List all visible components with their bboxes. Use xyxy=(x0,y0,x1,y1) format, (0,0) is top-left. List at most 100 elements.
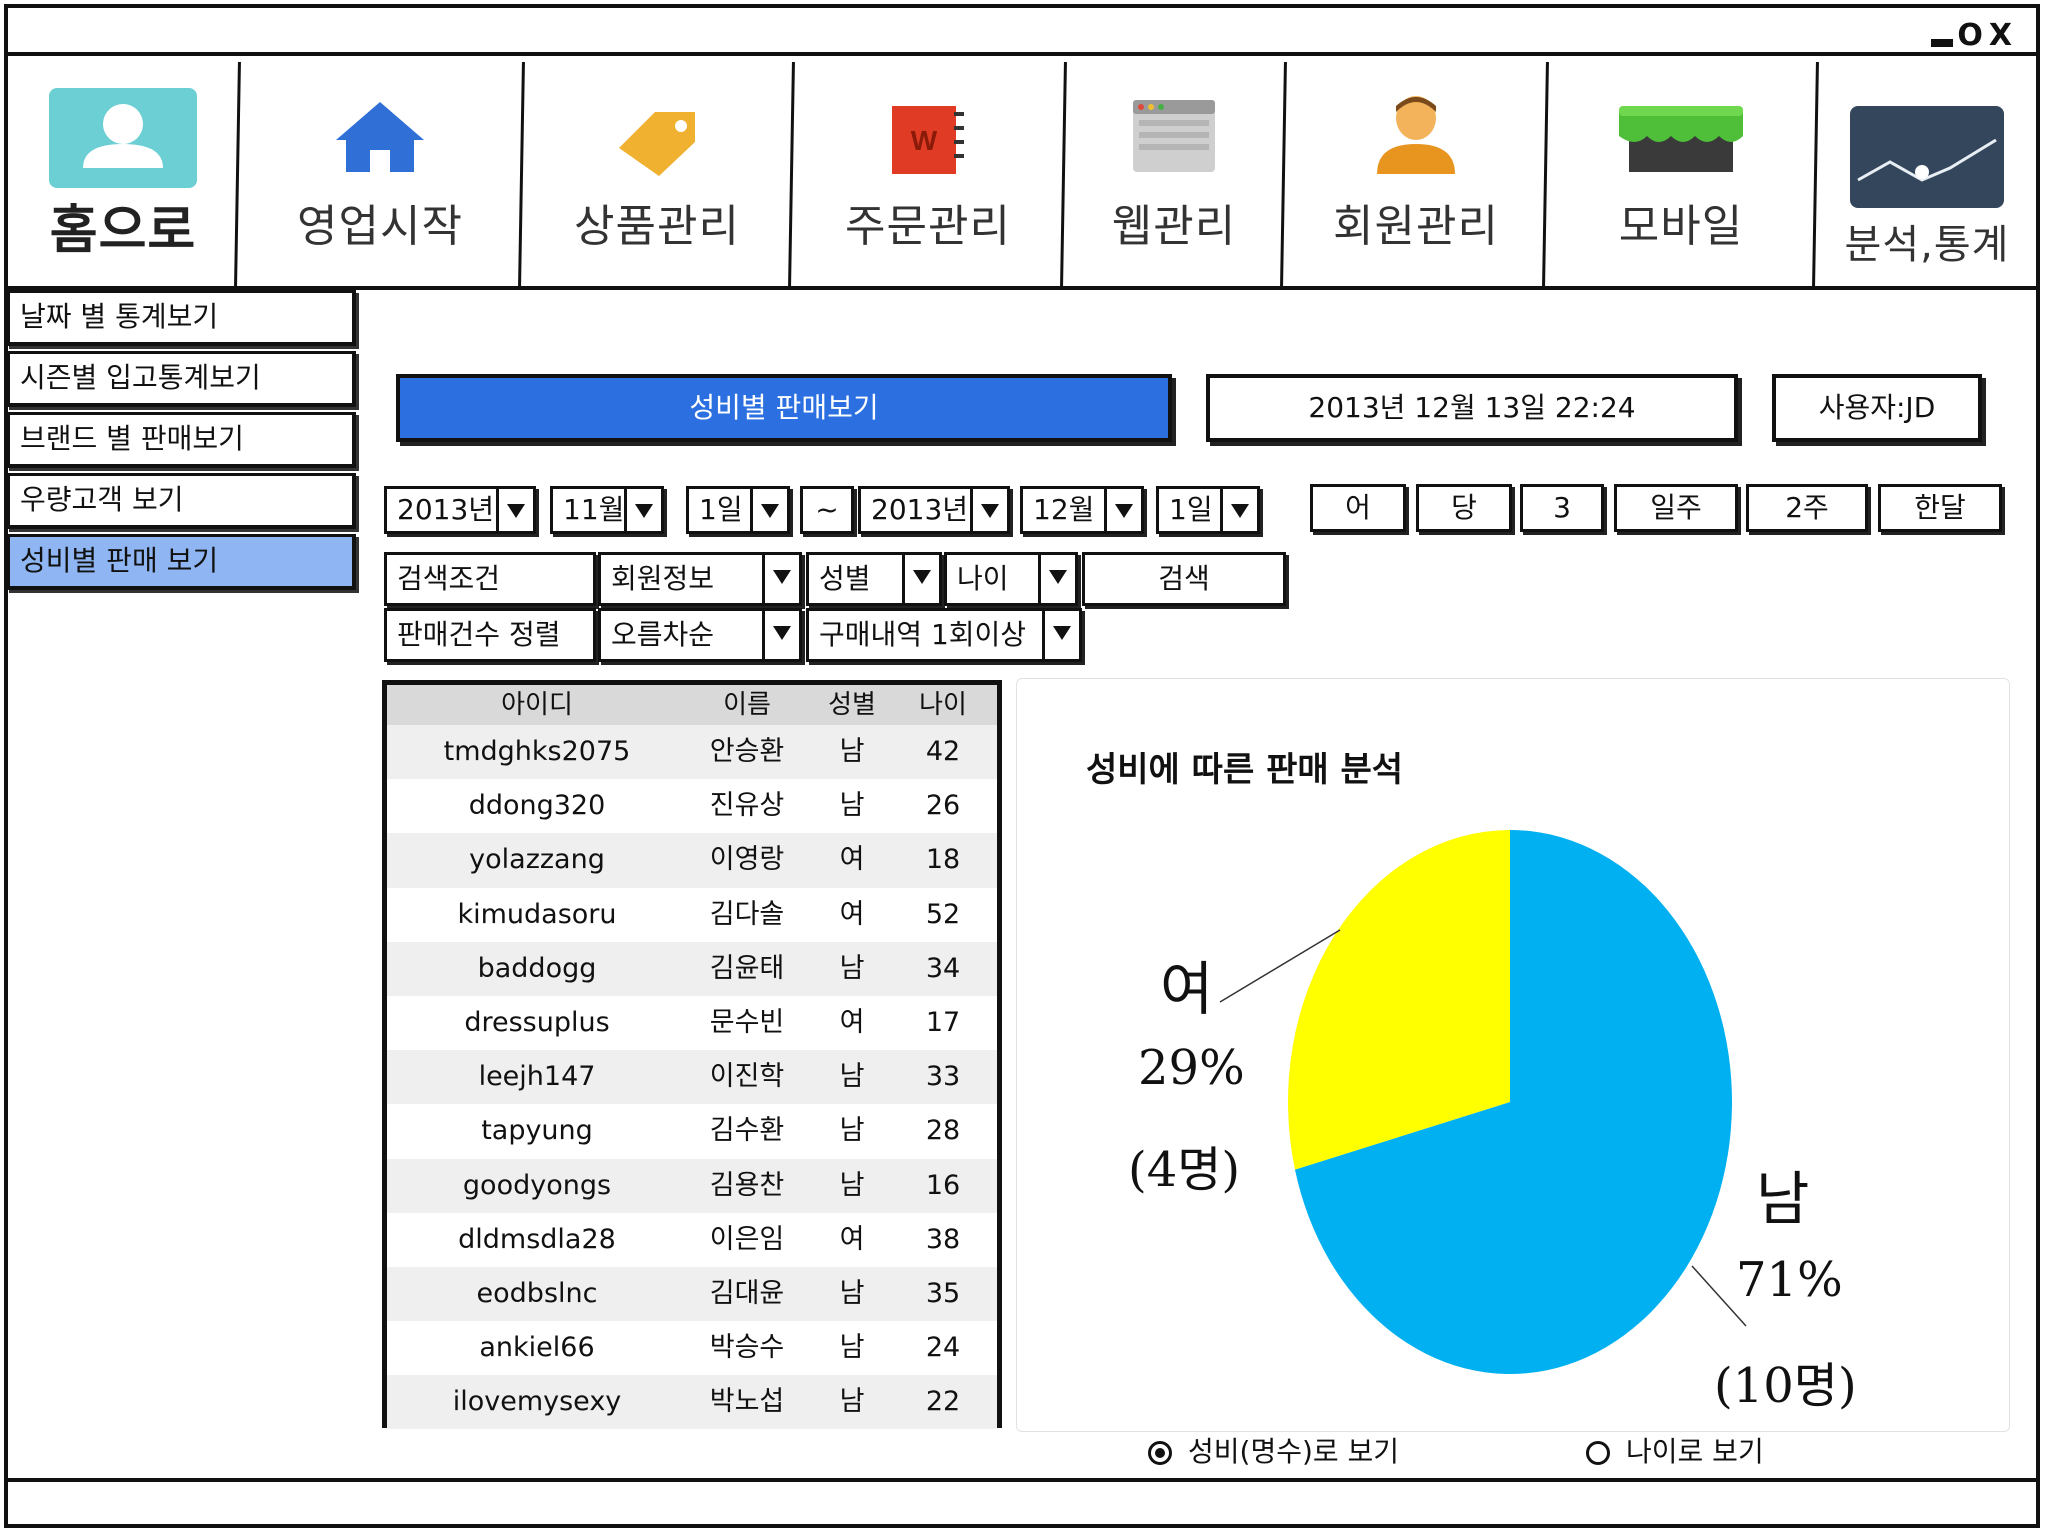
quick-range-button[interactable]: 2주 xyxy=(1746,484,1868,532)
table-cell: 김대윤 xyxy=(709,1277,785,1309)
quick-range-button[interactable]: 당 xyxy=(1416,484,1512,532)
sidebar-item-date-stats[interactable]: 날짜 별 통계보기 xyxy=(6,290,356,346)
table-cell: 남 xyxy=(839,1115,865,1147)
search-condition-label: 검색조건 xyxy=(384,552,596,606)
table-cell: eodbslnc xyxy=(476,1277,598,1309)
table-row[interactable]: tmdghks2075 안승환 남 42 xyxy=(387,725,997,780)
user-icon xyxy=(49,88,197,192)
nav-sales-start[interactable]: 영업시작 xyxy=(240,56,520,286)
table-cell: 26 xyxy=(925,790,961,822)
quick-range-button[interactable]: 어 xyxy=(1310,484,1406,532)
column-header[interactable]: 아이디 xyxy=(387,685,687,725)
table-body: tmdghks2075 안승환 남 42 ddong320 진유상 남 26 yolazzang… xyxy=(387,725,997,1430)
nav-product-management[interactable]: 상품관리 xyxy=(524,56,790,286)
quick-range-button[interactable]: 3 xyxy=(1520,484,1604,532)
nav-home[interactable]: 홈으로 xyxy=(8,56,238,286)
from-month-select[interactable]: 11월 xyxy=(550,486,664,534)
table-row[interactable]: ilovemysexy 박노섭 남 22 xyxy=(387,1375,997,1430)
search-button[interactable]: 검색 xyxy=(1082,552,1286,606)
from-year-select[interactable]: 2013년 xyxy=(384,486,536,534)
table-row[interactable]: baddogg 김윤태 남 34 xyxy=(387,941,997,996)
minimize-icon[interactable] xyxy=(1931,38,1954,47)
chevron-down-icon xyxy=(902,555,939,603)
nav-order-management[interactable]: W 주문관리 xyxy=(794,56,1062,286)
chevron-down-icon xyxy=(1042,611,1079,659)
to-year-select[interactable]: 2013년 xyxy=(858,486,1010,534)
purchase-history-select[interactable]: 구매내역 1회이상 xyxy=(806,608,1082,662)
slice-label-male: 남 xyxy=(1756,1165,1810,1233)
select-value: 2013년 xyxy=(871,493,969,526)
store-icon xyxy=(1615,102,1747,178)
table-cell: 남 xyxy=(839,1061,865,1093)
table-cell: 진유상 xyxy=(709,790,785,822)
sidebar-item-vip-customers[interactable]: 우량고객 보기 xyxy=(6,473,356,529)
sidebar-item-season-stock-stats[interactable]: 시즌별 입고통계보기 xyxy=(6,351,356,407)
table-cell: 24 xyxy=(925,1332,961,1364)
table-row[interactable]: ankiel66 박승수 남 24 xyxy=(387,1321,997,1375)
member-table: 아이디 이름 성별 나이 tmdghks2075 안승환 남 42 ddong320 진유… xyxy=(382,680,1002,1430)
sort-order-select[interactable]: 오름차순 xyxy=(598,608,802,662)
quick-range-button[interactable]: 일주 xyxy=(1614,484,1738,532)
gender-select[interactable]: 성별 xyxy=(806,552,942,606)
table-cell: yolazzang xyxy=(469,844,605,876)
table-cell: 여 xyxy=(839,1006,865,1038)
column-header[interactable]: 나이 xyxy=(897,685,989,725)
sidebar: 날짜 별 통계보기 시즌별 입고통계보기 브랜드 별 판매보기 우량고객 보기 … xyxy=(6,290,356,595)
slice-percent-male: 71% xyxy=(1736,1252,1843,1308)
table-row[interactable]: dressuplus 문수빈 여 17 xyxy=(387,996,997,1050)
maximize-icon[interactable]: O xyxy=(1957,18,1985,53)
to-day-select[interactable]: 1일 xyxy=(1156,486,1260,534)
table-row[interactable]: kimudasoru 김다솔 여 52 xyxy=(387,888,997,942)
to-month-select[interactable]: 12월 xyxy=(1020,486,1144,534)
close-icon[interactable]: X xyxy=(1989,18,2014,53)
sidebar-item-brand-sales[interactable]: 브랜드 별 판매보기 xyxy=(6,412,356,468)
table-row[interactable]: eodbslnc 김대윤 남 35 xyxy=(387,1266,997,1322)
leader-line-female xyxy=(1219,929,1341,1003)
table-cell: 28 xyxy=(925,1115,961,1147)
line-chart-icon xyxy=(1850,106,2004,212)
select-value: 2013년 xyxy=(397,493,495,526)
table-cell: 안승환 xyxy=(709,736,785,767)
nav-mobile[interactable]: 모바일 xyxy=(1548,56,1814,286)
nav-label: 영업시작 xyxy=(297,201,463,252)
slice-count-male: (10명) xyxy=(1714,1358,1857,1414)
table-row[interactable]: yolazzang 이영랑 여 18 xyxy=(387,833,997,888)
nav-member-management[interactable]: 회원관리 xyxy=(1286,56,1546,286)
table-cell: kimudasoru xyxy=(457,898,617,930)
table-cell: 문수빈 xyxy=(709,1006,785,1038)
table-cell: 이진학 xyxy=(709,1061,785,1093)
user-badge: 사용자:JD xyxy=(1772,374,1982,442)
table-cell: goodyongs xyxy=(462,1169,612,1201)
table-cell: tmdghks2075 xyxy=(443,736,631,767)
age-select[interactable]: 나이 xyxy=(944,552,1078,606)
window-controls: OX xyxy=(1927,18,2014,53)
chevron-down-icon xyxy=(496,489,533,531)
home-icon xyxy=(332,100,428,178)
table-cell: 김윤태 xyxy=(709,952,785,984)
table-cell: 남 xyxy=(839,952,865,984)
member-info-select[interactable]: 회원정보 xyxy=(598,552,802,606)
table-row[interactable]: ddong320 진유상 남 26 xyxy=(387,779,997,833)
status-bar-divider xyxy=(8,1478,2036,1482)
radio-view-by-age[interactable]: 나이로 보기 xyxy=(1586,1430,1764,1470)
from-day-select[interactable]: 1일 xyxy=(686,486,790,534)
nav-web-management[interactable]: 웹관리 xyxy=(1066,56,1282,286)
radio-view-by-gender[interactable]: 성비(명수)로 보기 xyxy=(1148,1430,1399,1470)
won-notebook-icon: W xyxy=(888,102,968,182)
tag-icon xyxy=(615,108,699,182)
table-row[interactable]: dldmsdla28 이은임 여 38 xyxy=(387,1213,997,1267)
column-header[interactable]: 성별 xyxy=(807,685,897,725)
sidebar-item-gender-sales[interactable]: 성비별 판매 보기 xyxy=(6,534,356,590)
column-header[interactable]: 이름 xyxy=(687,685,807,725)
nav-analysis-statistics[interactable]: 분석,통계 xyxy=(1818,56,2036,286)
quick-range-button[interactable]: 한달 xyxy=(1878,484,2002,532)
table-header: 아이디 이름 성별 나이 xyxy=(387,685,997,725)
table-row[interactable]: goodyongs 김용찬 남 16 xyxy=(387,1158,997,1213)
table-cell: tapyung xyxy=(481,1115,593,1147)
table-row[interactable]: leejh147 이진학 남 33 xyxy=(387,1050,997,1105)
nav-label: 모바일 xyxy=(1618,201,1744,252)
table-cell: 여 xyxy=(839,898,865,930)
range-separator: ~ xyxy=(800,486,854,534)
chevron-down-icon xyxy=(1038,555,1075,603)
table-row[interactable]: tapyung 김수환 남 28 xyxy=(387,1104,997,1158)
